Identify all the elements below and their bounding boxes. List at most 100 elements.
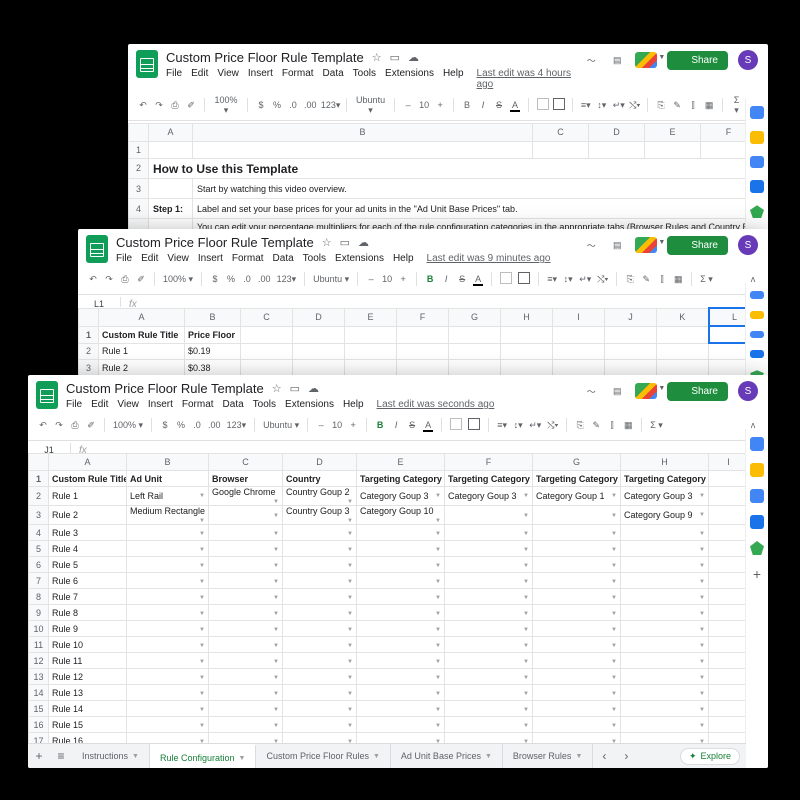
col-header[interactable]: J [605,308,657,326]
cell[interactable]: Left Rail [127,487,209,506]
filter-button[interactable]: ▦ [704,100,714,111]
avatar[interactable]: S [738,235,758,255]
functions-button[interactable]: Σ ▾ [731,95,742,116]
row-header[interactable]: 1 [29,471,49,487]
v-align-button[interactable]: ↕▾ [597,100,607,111]
zoom-select[interactable]: 100% ▾ [163,274,193,285]
keep-icon[interactable] [750,131,764,144]
cell[interactable] [127,525,209,541]
cell[interactable] [357,637,445,653]
cell[interactable]: Rule 2 [49,506,127,525]
row-header[interactable]: 7 [29,573,49,589]
cell[interactable] [445,541,533,557]
cell[interactable] [127,541,209,557]
cell[interactable] [533,637,621,653]
last-edit-link[interactable]: Last edit was 4 hours ago [477,68,584,90]
cell[interactable]: Rule 7 [49,589,127,605]
currency-button[interactable]: $ [210,274,220,284]
col-header[interactable]: D [293,308,345,326]
cell[interactable] [445,589,533,605]
doc-title[interactable]: Custom Price Floor Rule Template [116,235,314,251]
cell[interactable] [445,701,533,717]
col-header[interactable]: I [553,308,605,326]
move-icon[interactable]: ▭ [340,235,350,251]
menu-file[interactable]: File [166,68,182,90]
menu-help[interactable]: Help [343,399,364,410]
chart-button[interactable]: ⫿ [607,420,617,431]
cell[interactable] [709,685,747,701]
cell[interactable] [621,573,709,589]
cell[interactable]: Category Goup 3 [621,487,709,506]
row-header[interactable]: 2 [29,487,49,506]
cell[interactable]: Start by watching this video overview. [193,179,747,199]
cell[interactable] [709,326,747,343]
calendar-icon[interactable] [750,437,764,451]
font-size-inc[interactable]: + [398,274,408,284]
move-icon[interactable]: ▭ [390,50,400,66]
col-header[interactable]: B [185,308,241,326]
cell[interactable] [127,637,209,653]
cell[interactable] [621,621,709,637]
text-color-button[interactable]: A [473,274,483,284]
cell[interactable]: Rule 11 [49,653,127,669]
cell[interactable] [533,717,621,733]
row-header[interactable]: 8 [29,589,49,605]
last-edit-link[interactable]: Last edit was 9 minutes ago [427,253,551,264]
menu-data[interactable]: Data [273,253,294,264]
link-button[interactable]: ⎘ [625,274,635,285]
wrap-button[interactable]: ↵▾ [579,274,591,285]
percent-button[interactable]: % [176,420,186,430]
menu-view[interactable]: View [167,253,189,264]
comment-button[interactable]: ✎ [641,274,651,285]
menu-file[interactable]: File [66,399,82,410]
col-header[interactable]: E [645,123,701,141]
keep-icon[interactable] [750,311,764,319]
fill-color-button[interactable] [537,98,547,112]
row-header[interactable]: 12 [29,653,49,669]
cell[interactable]: Targeting Category 5 [533,471,621,487]
col-header[interactable]: H [501,308,553,326]
cell[interactable] [709,605,747,621]
cell[interactable] [621,525,709,541]
borders-button[interactable] [518,272,530,286]
row-header[interactable]: 2 [79,343,99,360]
col-header[interactable]: D [283,454,357,471]
menu-format[interactable]: Format [282,68,314,90]
cell[interactable] [709,573,747,589]
paint-format-button[interactable]: ✐ [86,420,96,431]
print-button[interactable]: ⎙ [70,420,80,431]
cell[interactable] [209,541,283,557]
wrap-button[interactable]: ↵▾ [529,420,541,431]
cell[interactable] [621,653,709,669]
col-header[interactable]: F [701,123,747,141]
menu-edit[interactable]: Edit [141,253,158,264]
sheet-tab[interactable]: Instructions▼ [72,744,150,768]
cell[interactable] [209,589,283,605]
cell[interactable]: Category Goup 9 [621,506,709,525]
cell[interactable] [709,589,747,605]
cell[interactable]: Targeting Category 4 [445,471,533,487]
cell[interactable] [709,525,747,541]
font-size-inc[interactable]: + [435,100,445,110]
h-align-button[interactable]: ≡▾ [497,420,507,431]
menu-edit[interactable]: Edit [91,399,108,410]
cell[interactable] [445,525,533,541]
menu-extensions[interactable]: Extensions [285,399,334,410]
cell[interactable] [621,541,709,557]
row-header[interactable]: 14 [29,685,49,701]
col-header[interactable]: A [149,123,193,141]
menu-insert[interactable]: Insert [248,68,273,90]
undo-button[interactable]: ↶ [138,100,148,111]
cell[interactable] [209,605,283,621]
contacts-icon[interactable] [750,350,764,358]
add-on-plus-icon[interactable]: + [753,567,761,581]
link-button[interactable]: ⎘ [575,420,585,431]
calendar-icon[interactable] [750,291,764,299]
cell[interactable]: Rule 14 [49,701,127,717]
cell[interactable] [283,717,357,733]
cell[interactable]: Rule 12 [49,669,127,685]
cell[interactable] [533,653,621,669]
cell[interactable] [357,717,445,733]
cell[interactable] [127,669,209,685]
font-size-dec[interactable]: – [316,420,326,430]
